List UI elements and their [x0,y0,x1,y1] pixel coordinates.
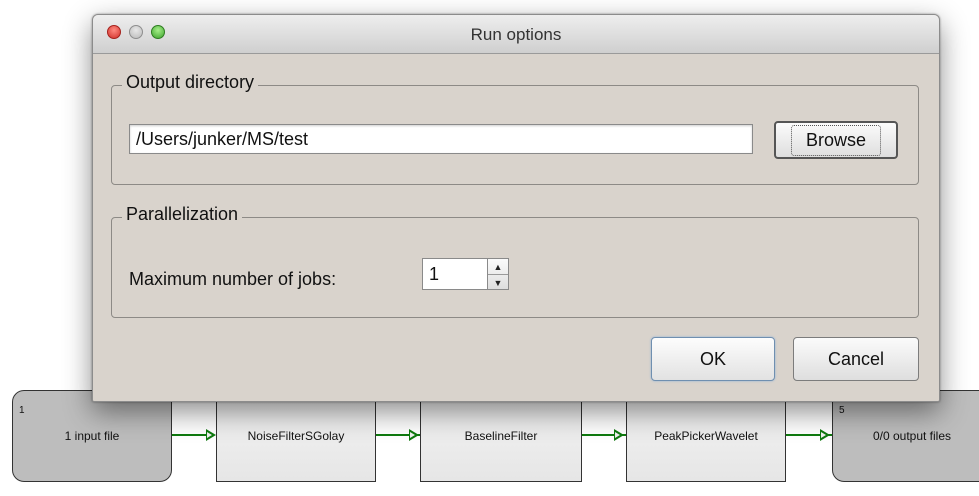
node-label: PeakPickerWavelet [654,429,758,443]
node-label: BaselineFilter [464,429,538,443]
node-label: 1 input file [64,429,120,443]
decrement-arrow-icon[interactable]: ▼ [488,275,508,290]
output-path-input[interactable] [129,124,753,154]
pipeline-edge [172,434,210,436]
pipeline-node-noisefilter[interactable]: NoiseFilterSGolay [216,390,376,482]
run-options-dialog: Run options Output directory Browse Para… [92,14,940,402]
pipeline-node-baselinefilter[interactable]: BaselineFilter [420,390,582,482]
increment-arrow-icon[interactable]: ▲ [488,259,508,275]
pipeline-node-output[interactable]: 5 0/0 output files [832,390,979,482]
parallelization-group: Parallelization Maximum number of jobs: … [111,204,919,318]
dialog-titlebar[interactable]: Run options [93,15,939,54]
edge-arrow-icon [820,429,830,441]
node-label: 0/0 output files [872,429,952,443]
cancel-button[interactable]: Cancel [793,337,919,381]
output-directory-title: Output directory [122,72,259,93]
dialog-title: Run options [470,25,562,44]
pipeline-node-input[interactable]: 1 1 input file [12,390,172,482]
edge-arrow-icon [206,429,216,441]
edge-arrow-icon [409,429,419,441]
max-jobs-stepper[interactable]: ▲ ▼ [487,258,509,290]
node-label: NoiseFilterSGolay [247,429,345,443]
parallelization-title: Parallelization [122,204,243,225]
browse-button[interactable]: Browse [774,121,898,159]
browse-button-label: Browse [790,124,882,156]
pipeline-node-peakpicker[interactable]: PeakPickerWavelet [626,390,786,482]
node-number: 1 [19,405,25,416]
ok-button[interactable]: OK [651,337,775,381]
max-jobs-input[interactable]: 1 [422,258,488,290]
max-jobs-label: Maximum number of jobs: [129,269,337,289]
node-number: 5 [839,405,845,416]
output-directory-group: Output directory Browse [111,72,919,185]
edge-arrow-icon [614,429,624,441]
